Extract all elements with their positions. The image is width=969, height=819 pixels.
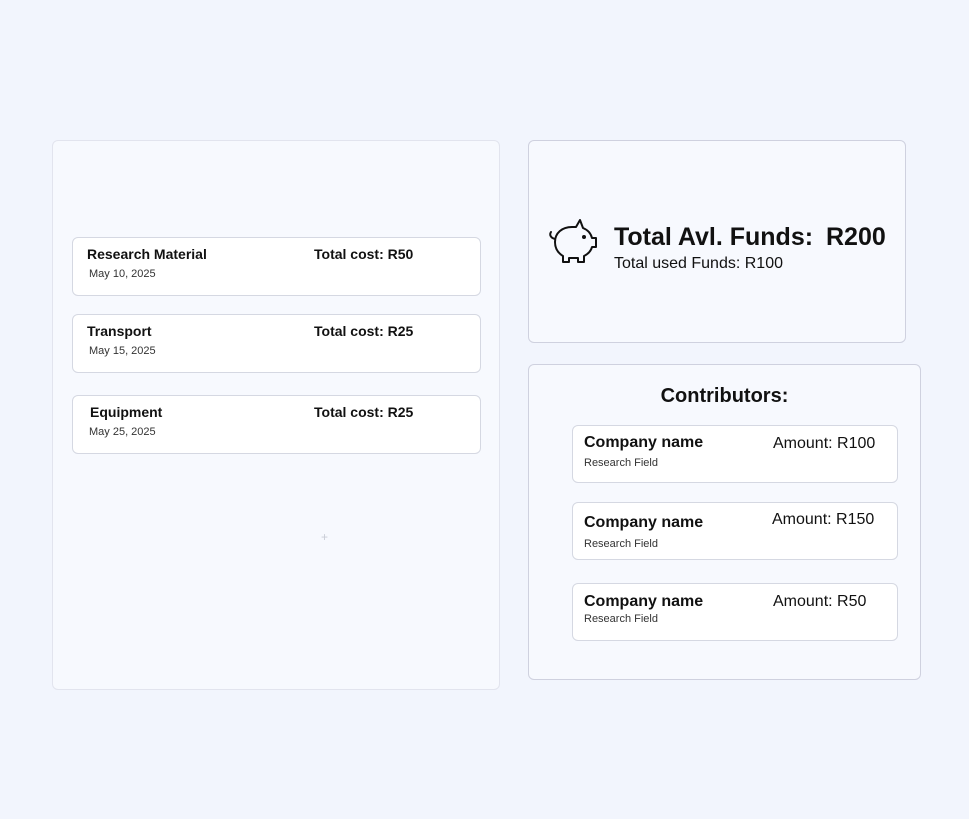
contributor-name: Company name (584, 593, 704, 610)
contributors-panel: Contributors: Company name Research Fiel… (528, 364, 921, 680)
contributor-amount: Amount: R100 (773, 435, 876, 452)
total-funds-value: R200 (826, 223, 886, 251)
expense-date: May 10, 2025 (89, 268, 156, 280)
contributor-name: Company name (584, 434, 704, 451)
contributor-card[interactable]: Company name Research Field Amount: R50 (572, 583, 898, 641)
expense-name: Research Material (87, 246, 207, 262)
contributor-field: Research Field (584, 457, 658, 469)
crosshair-icon: + (321, 530, 329, 544)
total-funds-label: Total Avl. Funds: (614, 223, 814, 251)
expense-card[interactable]: Research Material Total cost: R50 May 10… (72, 237, 481, 296)
expense-cost: Total cost: R25 (314, 323, 414, 339)
contributor-card[interactable]: Company name Research Field Amount: R150 (572, 502, 898, 560)
piggy-bank-icon (547, 215, 599, 267)
contributor-amount: Amount: R50 (773, 593, 867, 610)
contributor-field: Research Field (584, 538, 658, 550)
expense-date: May 15, 2025 (89, 345, 156, 357)
expenses-panel: Research Material Total cost: R50 May 10… (52, 140, 500, 690)
contributors-title: Contributors: (660, 385, 789, 407)
funds-panel: Total Avl. Funds: R200 Total used Funds:… (528, 140, 906, 343)
contributor-field: Research Field (584, 613, 658, 625)
expense-cost: Total cost: R25 (314, 404, 414, 420)
expense-name: Transport (87, 323, 152, 339)
contributor-name: Company name (584, 514, 704, 531)
contributor-amount: Amount: R150 (772, 511, 875, 528)
expense-card[interactable]: Equipment Total cost: R25 May 25, 2025 (72, 395, 481, 454)
used-funds-text: Total used Funds: R100 (614, 255, 783, 272)
contributor-card[interactable]: Company name Research Field Amount: R100 (572, 425, 898, 483)
expense-date: May 25, 2025 (89, 426, 156, 438)
expense-cost: Total cost: R50 (314, 246, 414, 262)
expense-card[interactable]: Transport Total cost: R25 May 15, 2025 (72, 314, 481, 373)
expense-name: Equipment (90, 404, 163, 420)
